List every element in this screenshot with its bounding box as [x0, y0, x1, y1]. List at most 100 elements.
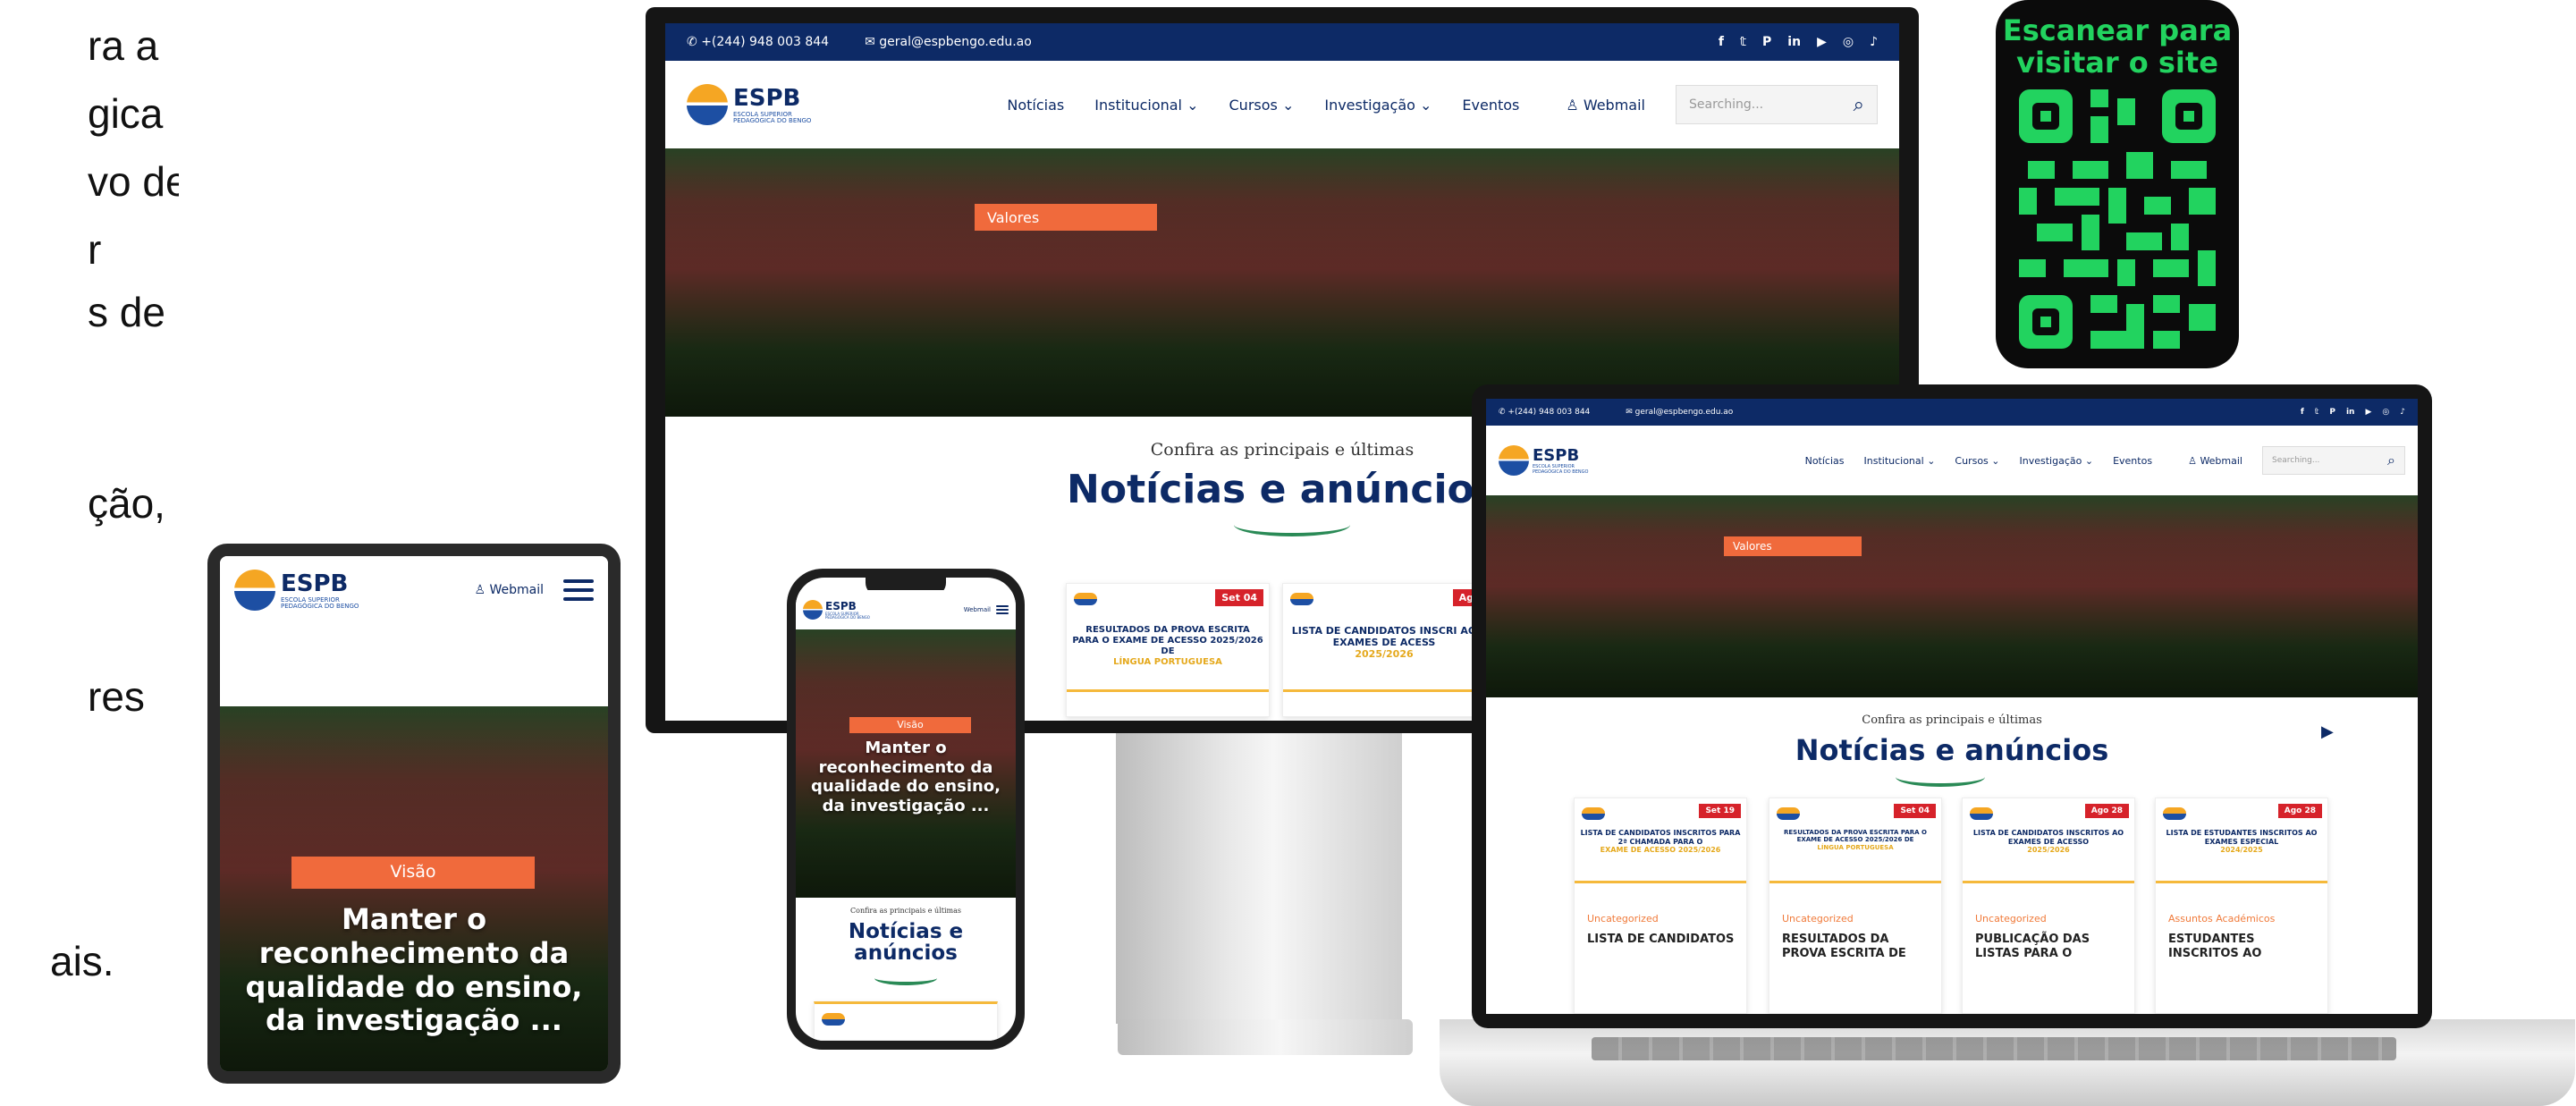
webmail-link[interactable]: Webmail — [964, 606, 991, 613]
left-cropped-text: ra a gica vo de r s de ção, res ais. — [0, 0, 179, 1106]
webmail-link[interactable]: ♙ Webmail — [474, 583, 544, 597]
search-placeholder: Searching... — [1689, 97, 1764, 112]
qr-code-card[interactable]: Escanear para visitar o site — [1996, 0, 2239, 368]
nav-menu: Notícias Institucional ⌄ Cursos ⌄ Invest… — [1007, 97, 1519, 114]
pinterest-icon[interactable]: P — [1762, 35, 1771, 49]
hamburger-menu-icon[interactable] — [563, 574, 594, 606]
nav-cursos[interactable]: Cursos ⌄ — [1955, 455, 1999, 467]
webmail-link[interactable]: ♙ Webmail — [2188, 455, 2242, 467]
section-title: Notícias e anúncios — [1795, 733, 2109, 767]
nav-institucional[interactable]: Institucional ⌄ — [1094, 97, 1198, 114]
site-logo[interactable]: ESPB ESCOLA SUPERIOR PEDAGÓGICA DO BENGO — [687, 84, 811, 125]
search-input[interactable]: Searching... ⌕ — [1676, 85, 1878, 124]
site-logo[interactable]: ESPB ESCOLA SUPERIOR PEDAGÓGICA DO BENGO — [803, 600, 870, 620]
card-headline[interactable]: RESULTADOS DA PROVA ESCRITA DE — [1782, 933, 1934, 962]
card-category[interactable]: Assuntos Académicos — [2168, 913, 2275, 924]
hamburger-menu-icon[interactable] — [996, 604, 1009, 616]
card-logo-icon — [1582, 807, 1605, 820]
email-link[interactable]: ✉ geral@espbengo.edu.ao — [865, 35, 1032, 49]
nav-institucional[interactable]: Institucional ⌄ — [1864, 455, 1936, 467]
logo-abbr: ESPB — [1533, 446, 1580, 466]
hero-banner: Visão Manter o reconhecimento da qualida… — [220, 706, 608, 1071]
tiktok-icon[interactable]: ♪ — [2400, 408, 2405, 417]
site-logo[interactable]: ESPB ESCOLA SUPERIOR PEDAGÓGICA DO BENGO — [1499, 445, 1588, 476]
news-card[interactable]: Set 04 RESULTADOS DA PROVA ESCRITA PARA … — [1769, 798, 1942, 1014]
nav-menu: Notícias Institucional ⌄ Cursos ⌄ Invest… — [1805, 455, 2152, 467]
date-badge: Set 04 — [1215, 589, 1263, 606]
laptop-keyboard — [1592, 1037, 2396, 1060]
hero-tag: Valores — [1724, 536, 1862, 556]
qr-title-line1: Escanear para — [2002, 13, 2233, 47]
text-line: ra a — [88, 22, 159, 69]
search-icon[interactable]: ⌕ — [1854, 94, 1864, 116]
news-card[interactable] — [814, 1001, 998, 1041]
search-input[interactable]: Searching... ⌕ — [2262, 446, 2405, 475]
top-contact-bar: ✆ +(244) 948 003 844 ✉ geral@espbengo.ed… — [665, 23, 1899, 61]
email-link[interactable]: ✉ geral@espbengo.edu.ao — [1626, 408, 1733, 417]
twitter-icon[interactable]: 𝕥 — [1740, 35, 1746, 49]
user-icon: ♙ — [2188, 454, 2197, 467]
card-category[interactable]: Uncategorized — [1975, 913, 2047, 924]
logo-line2: PEDAGÓGICA DO BENGO — [733, 117, 812, 124]
webmail-link[interactable]: ♙ Webmail — [1566, 97, 1645, 114]
section-title-line2: anúncios — [854, 941, 958, 966]
phone-link[interactable]: ✆ +(244) 948 003 844 — [1499, 408, 1590, 417]
tiktok-icon[interactable]: ♪ — [1870, 35, 1878, 49]
logo-emblem-icon — [234, 570, 275, 611]
qr-code-icon — [2019, 89, 2216, 349]
phone-text: +(244) 948 003 844 — [1508, 408, 1591, 417]
instagram-icon[interactable]: ◎ — [1843, 35, 1854, 49]
hero-tag: Valores — [975, 204, 1157, 231]
text-line: ção, — [88, 480, 165, 527]
qr-title-line2: visitar o site — [2016, 46, 2218, 80]
monitor-stand — [1116, 733, 1402, 1024]
linkedin-icon[interactable]: in — [1787, 35, 1801, 49]
pinterest-icon[interactable]: P — [2329, 408, 2335, 417]
card-title-text: LISTA DE ESTUDANTES INSCRITOS AO EXAMES … — [2166, 829, 2318, 846]
nav-investigacao[interactable]: Investigação ⌄ — [1324, 97, 1432, 114]
news-card[interactable]: Ago 28 LISTA DE ESTUDANTES INSCRITOS AO … — [2155, 798, 2328, 1014]
nav-cursos[interactable]: Cursos ⌄ — [1229, 97, 1295, 114]
facebook-icon[interactable]: f — [1719, 35, 1724, 49]
laptop-frame: ✆ +(244) 948 003 844 ✉ geral@espbengo.ed… — [1472, 384, 2432, 1028]
news-card[interactable]: Ago 28 LISTA DE CANDIDATOS INSCRITOS AO … — [1962, 798, 2135, 1014]
nav-eventos[interactable]: Eventos — [1462, 97, 1519, 114]
card-title: LISTA DE CANDIDATOS INSCRI AO EXAMES DE … — [1288, 625, 1480, 661]
card-title: RESULTADOS DA PROVA ESCRITA PARA O EXAME… — [1072, 625, 1263, 668]
twitter-icon[interactable]: 𝕥 — [2315, 408, 2319, 417]
laptop-base — [1440, 1019, 2575, 1106]
card-category[interactable]: Uncategorized — [1782, 913, 1854, 924]
user-icon: ♙ — [474, 583, 486, 597]
news-card[interactable]: Set 19 LISTA DE CANDIDATOS INSCRITOS PAR… — [1574, 798, 1747, 1014]
card-headline[interactable]: PUBLICAÇÃO DAS LISTAS PARA O — [1975, 933, 2127, 962]
monitor-base — [1118, 1019, 1413, 1055]
text-line: r — [88, 226, 102, 273]
card-title: LISTA DE CANDIDATOS INSCRITOS PARA 2ª CH… — [1580, 829, 1741, 855]
nav-noticias[interactable]: Notícias — [1007, 97, 1064, 114]
phone-link[interactable]: ✆ +(244) 948 003 844 — [687, 35, 829, 49]
news-card[interactable]: Ag LISTA DE CANDIDATOS INSCRI AO EXAMES … — [1282, 583, 1486, 717]
search-icon[interactable]: ⌕ — [2387, 452, 2395, 469]
hero-caption: Manter o reconhecimento da qualidade do … — [245, 902, 583, 1038]
youtube-icon[interactable]: ▶ — [2365, 408, 2371, 417]
card-title-highlight: 2025/2026 — [1355, 648, 1414, 661]
facebook-icon[interactable]: f — [2301, 408, 2304, 417]
card-logo-icon — [1970, 807, 1993, 820]
card-headline[interactable]: ESTUDANTES INSCRITOS AO — [2168, 933, 2320, 962]
logo-emblem-icon — [803, 600, 823, 620]
card-logo-icon — [1777, 807, 1800, 820]
nav-noticias[interactable]: Notícias — [1805, 455, 1845, 467]
card-headline[interactable]: LISTA DE CANDIDATOS — [1587, 933, 1739, 947]
card-category[interactable]: Uncategorized — [1587, 913, 1659, 924]
youtube-icon[interactable]: ▶ — [1817, 35, 1827, 49]
news-card[interactable]: Set 04 RESULTADOS DA PROVA ESCRITA PARA … — [1066, 583, 1270, 717]
carousel-next-arrow-icon[interactable]: ▶ — [2321, 722, 2334, 741]
nav-eventos[interactable]: Eventos — [2113, 455, 2152, 467]
card-title-highlight: EXAME DE ACESSO 2025/2026 — [1600, 846, 1721, 855]
instagram-icon[interactable]: ◎ — [2382, 408, 2389, 417]
webmail-label: Webmail — [2200, 454, 2242, 467]
nav-investigacao[interactable]: Investigação ⌄ — [2020, 455, 2094, 467]
email-text: geral@espbengo.edu.ao — [1634, 408, 1734, 417]
linkedin-icon[interactable]: in — [2346, 408, 2355, 417]
site-logo[interactable]: ESPB ESCOLA SUPERIOR PEDAGÓGICA DO BENGO — [234, 570, 359, 611]
